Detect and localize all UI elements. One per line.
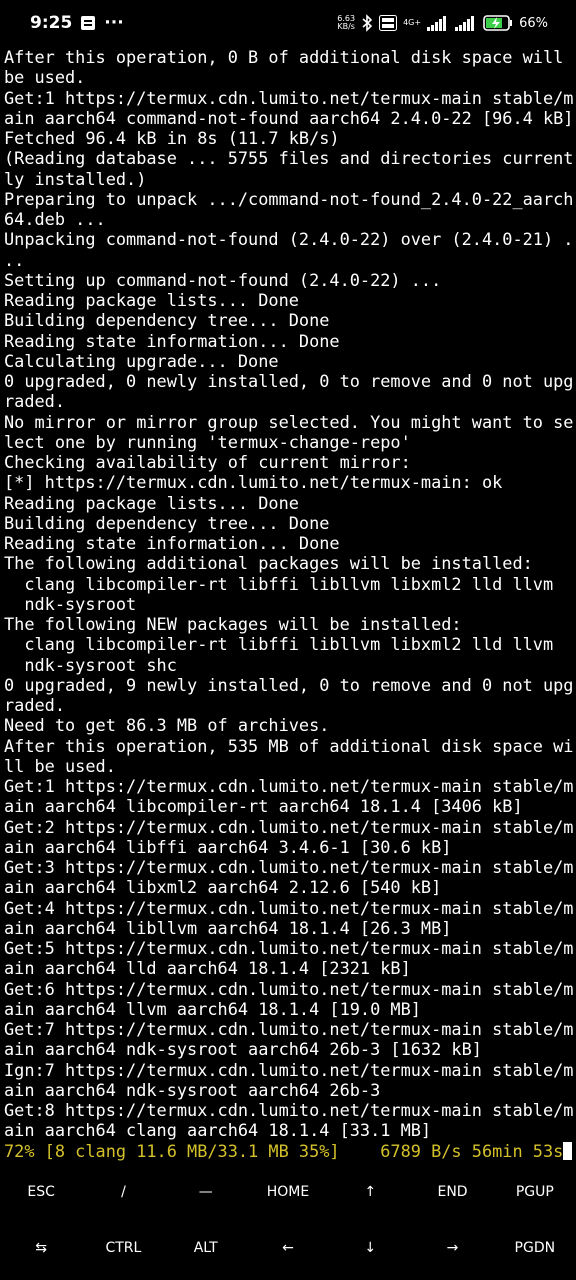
- terminal-line: The following additional packages will b…: [4, 553, 533, 574]
- terminal-line: Get:3 https://termux.cdn.lumito.net/term…: [4, 857, 574, 877]
- extra-keys-row-2: ⇆ CTRL ALT ← ↓ → PGDN: [0, 1240, 576, 1256]
- net-speed: 6.63 KB/s: [337, 14, 356, 31]
- terminal-line: raded.: [4, 391, 66, 412]
- terminal-line: Need to get 86.3 MB of archives.: [4, 715, 330, 736]
- terminal-line: ll be used.: [4, 755, 116, 776]
- esc-key[interactable]: ESC: [5, 1184, 77, 1200]
- pgdn-key[interactable]: PGDN: [499, 1240, 571, 1256]
- terminal-line: ain aarch64 ndk-sysroot aarch64 26b-3 [1…: [4, 1039, 482, 1060]
- terminal-line: Get:1 https://termux.cdn.lumito.net/term…: [4, 776, 574, 796]
- terminal-line: [*] https://termux.cdn.lumito.net/termux…: [4, 472, 503, 493]
- terminal-line: Building dependency tree... Done: [4, 310, 330, 331]
- terminal-line: raded.: [4, 695, 66, 715]
- progress-line: 72% [8 clang 11.6 MB/33.1 MB 35%] 6789 B…: [4, 1140, 573, 1161]
- terminal-line: Get:8 https://termux.cdn.lumito.net/term…: [4, 1100, 574, 1120]
- home-key[interactable]: HOME: [252, 1184, 324, 1200]
- terminal-line: ain aarch64 command-not-found aarch64 2.…: [4, 107, 574, 128]
- extra-keys-row-1: ESC / — HOME ↑ END PGUP: [0, 1184, 576, 1200]
- terminal-line: Setting up command-not-found (2.4.0-22) …: [4, 269, 442, 290]
- up-arrow-key[interactable]: ↑: [334, 1184, 406, 1200]
- down-arrow-key[interactable]: ↓: [334, 1240, 406, 1256]
- terminal-line: Ign:7 https://termux.cdn.lumito.net/term…: [4, 1059, 574, 1080]
- right-arrow-key[interactable]: →: [417, 1240, 489, 1256]
- terminal-line: No mirror or mirror group selected. You …: [4, 411, 574, 432]
- terminal-line: After this operation, 0 B of additional …: [4, 47, 564, 67]
- terminal-line: Building dependency tree... Done: [4, 512, 330, 533]
- battery-charging-icon: [483, 15, 513, 31]
- terminal-line: ain aarch64 libffi aarch64 3.4.6-1 [30.6…: [4, 836, 452, 857]
- message-icon: [80, 15, 96, 31]
- cursor: [563, 1141, 573, 1160]
- signal-icon-sim2: [455, 15, 477, 31]
- terminal-line: Fetched 96.4 kB in 8s (11.7 kB/s): [4, 128, 340, 148]
- terminal-line: After this operation, 535 MB of addition…: [4, 735, 574, 756]
- terminal-line: Get:7 https://termux.cdn.lumito.net/term…: [4, 1019, 574, 1039]
- terminal-line: Reading package lists... Done: [4, 492, 299, 513]
- download-progress: 72% [8 clang 11.6 MB/33.1 MB 35%] 6789 B…: [4, 1140, 564, 1161]
- dash-key[interactable]: —: [170, 1184, 242, 1200]
- ctrl-key[interactable]: CTRL: [87, 1240, 159, 1256]
- terminal-line: ndk-sysroot shc: [4, 654, 177, 675]
- terminal-line: ain aarch64 lld aarch64 18.1.4 [2321 kB]: [4, 958, 411, 979]
- terminal-line: ain aarch64 llvm aarch64 18.1.4 [19.0 MB…: [4, 998, 421, 1019]
- terminal-line: Get:4 https://termux.cdn.lumito.net/term…: [4, 897, 574, 918]
- terminal-line: Preparing to unpack .../command-not-foun…: [4, 188, 574, 209]
- terminal-line: (Reading database ... 5755 files and dir…: [4, 148, 574, 169]
- pgup-key[interactable]: PGUP: [499, 1184, 571, 1200]
- battery-percent: 66%: [519, 15, 548, 31]
- terminal-line: ain aarch64 ndk-sysroot aarch64 26b-3: [4, 1079, 381, 1100]
- terminal-output[interactable]: After this operation, 0 B of additional …: [4, 47, 574, 1161]
- terminal-line: Calculating upgrade... Done: [4, 350, 279, 371]
- left-arrow-key[interactable]: ←: [252, 1240, 324, 1256]
- overflow-dots: ···: [104, 13, 124, 33]
- terminal-line: Get:2 https://termux.cdn.lumito.net/term…: [4, 816, 574, 837]
- terminal-line: ..: [4, 249, 25, 270]
- bluetooth-icon: [361, 14, 373, 32]
- terminal-line: lect one by running 'termux-change-repo': [4, 431, 411, 452]
- terminal-line: ly installed.): [4, 168, 147, 189]
- terminal-line: The following NEW packages will be insta…: [4, 614, 462, 634]
- signal-icon-sim1: [427, 15, 449, 31]
- terminal-line: ain aarch64 libxml2 aarch64 2.12.6 [540 …: [4, 877, 442, 898]
- terminal-line: Reading package lists... Done: [4, 290, 299, 310]
- status-bar: 9:25 ··· 6.63 KB/s 4G+ 66%: [0, 0, 576, 46]
- terminal-line: Get:1 https://termux.cdn.lumito.net/term…: [4, 87, 574, 108]
- terminal-line: clang libcompiler-rt libffi libllvm libx…: [4, 634, 554, 655]
- slash-key[interactable]: /: [87, 1184, 159, 1200]
- terminal-line: clang libcompiler-rt libffi libllvm libx…: [4, 573, 554, 594]
- terminal-line: 64.deb ...: [4, 209, 106, 229]
- terminal-line: ndk-sysroot: [4, 593, 137, 614]
- terminal-line: Checking availability of current mirror:: [4, 452, 411, 472]
- terminal-line: Unpacking command-not-found (2.4.0-22) o…: [4, 229, 574, 250]
- end-key[interactable]: END: [417, 1184, 489, 1200]
- volte-icon: [379, 15, 398, 31]
- terminal-line: be used.: [4, 67, 86, 88]
- tab-key[interactable]: ⇆: [5, 1240, 77, 1256]
- terminal-line: Reading state information... Done: [4, 330, 340, 351]
- terminal-line: ain aarch64 clang aarch64 18.1.4 [33.1 M…: [4, 1120, 432, 1141]
- terminal-line: Get:6 https://termux.cdn.lumito.net/term…: [4, 978, 574, 999]
- network-type: 4G+: [403, 18, 422, 27]
- terminal-line: Get:5 https://termux.cdn.lumito.net/term…: [4, 938, 574, 958]
- terminal-line: 0 upgraded, 9 newly installed, 0 to remo…: [4, 674, 574, 695]
- alt-key[interactable]: ALT: [170, 1240, 242, 1256]
- terminal-line: Reading state information... Done: [4, 533, 340, 553]
- extra-keys-bar: ESC / — HOME ↑ END PGUP ⇆ CTRL ALT ← ↓ → PGDN: [0, 1170, 576, 1280]
- terminal-line: ain aarch64 libcompiler-rt aarch64 18.1.…: [4, 796, 523, 817]
- terminal-line: ain aarch64 libllvm aarch64 18.1.4 [26.3…: [4, 917, 452, 938]
- clock: 9:25: [30, 13, 73, 33]
- terminal-line: 0 upgraded, 0 newly installed, 0 to remo…: [4, 371, 574, 391]
